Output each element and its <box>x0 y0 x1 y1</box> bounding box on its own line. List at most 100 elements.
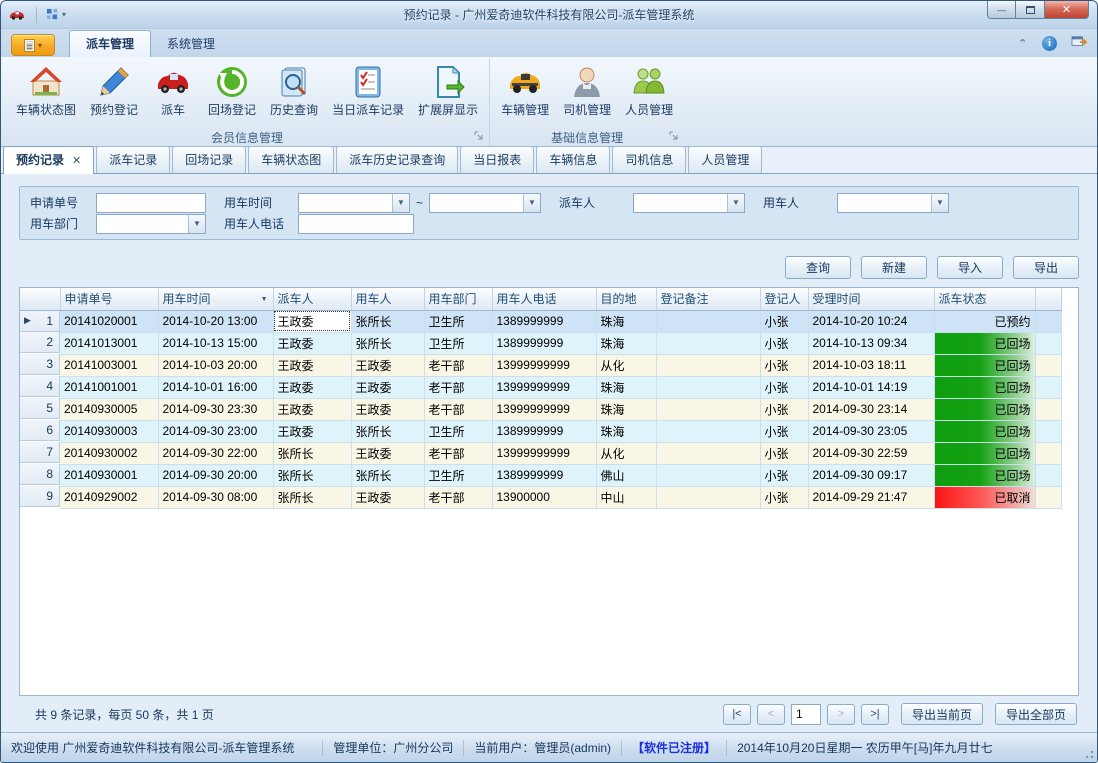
cell-dispatcher[interactable]: 王政委 <box>273 310 351 332</box>
doc-tab-daily-report[interactable]: 当日报表 <box>460 146 534 173</box>
cell-dispatcher[interactable]: 王政委 <box>273 398 351 420</box>
cell-registrar[interactable]: 小张 <box>760 332 808 354</box>
cell-destination[interactable]: 珠海 <box>596 398 656 420</box>
order-no-input[interactable] <box>96 193 206 213</box>
cell-car-user[interactable]: 张所长 <box>351 464 424 486</box>
table-row[interactable]: 3201410030012014-10-03 20:00王政委王政委老干部139… <box>20 354 1061 376</box>
cell-phone[interactable]: 13999999999 <box>492 398 596 420</box>
cell-car-user[interactable]: 张所长 <box>351 310 424 332</box>
query-button[interactable]: 查询 <box>785 256 851 279</box>
cell-dispatcher[interactable]: 张所长 <box>273 464 351 486</box>
cell-dept[interactable]: 老干部 <box>424 376 492 398</box>
cell-remark[interactable] <box>656 354 760 376</box>
row-indicator[interactable]: 2 <box>20 332 60 353</box>
cell-order-no[interactable]: 20141020001 <box>60 310 158 332</box>
table-row[interactable]: 2201410130012014-10-13 15:00王政委张所长卫生所138… <box>20 332 1061 354</box>
use-time-from-combo[interactable]: ▼ <box>298 193 410 213</box>
import-button[interactable]: 导入 <box>937 256 1003 279</box>
cell-remark[interactable] <box>656 310 760 332</box>
doc-tab-personnel[interactable]: 人员管理 <box>688 146 762 173</box>
row-indicator[interactable]: ▶1 <box>20 311 60 332</box>
cell-order-no[interactable]: 20141003001 <box>60 354 158 376</box>
doc-tab-dispatch-records[interactable]: 派车记录 <box>96 146 170 173</box>
col-header-dispatcher[interactable]: 派车人 <box>273 288 351 310</box>
table-row[interactable]: 4201410010012014-10-01 16:00王政委王政委老干部139… <box>20 376 1061 398</box>
cell-remark[interactable] <box>656 420 760 442</box>
vehicle-status-map-button[interactable]: 车辆状态图 <box>9 61 83 120</box>
switch-windows-icon[interactable] <box>1071 35 1087 52</box>
cell-dept[interactable]: 卫生所 <box>424 332 492 354</box>
cell-accept-time[interactable]: 2014-10-01 14:19 <box>808 376 934 398</box>
cell-status[interactable]: 已回场 <box>934 442 1035 464</box>
cell-phone[interactable]: 1389999999 <box>492 420 596 442</box>
row-indicator[interactable]: 5 <box>20 398 60 419</box>
license-status-link[interactable]: 【软件已注册】 <box>632 739 716 756</box>
ribbon-tab-dispatch[interactable]: 派车管理 <box>69 30 151 57</box>
sort-filter-icon[interactable]: ▼ <box>261 296 268 303</box>
maximize-button[interactable] <box>1016 1 1045 19</box>
cell-dept[interactable]: 老干部 <box>424 486 492 508</box>
new-button[interactable]: 新建 <box>861 256 927 279</box>
cell-destination[interactable]: 从化 <box>596 442 656 464</box>
cell-car-user[interactable]: 王政委 <box>351 398 424 420</box>
cell-use-time[interactable]: 2014-09-30 20:00 <box>158 464 273 486</box>
row-indicator[interactable]: 8 <box>20 464 60 485</box>
prev-page-button[interactable]: < <box>757 704 785 725</box>
close-tab-icon[interactable]: ✕ <box>72 155 81 167</box>
cell-phone[interactable]: 13999999999 <box>492 376 596 398</box>
reservation-register-button[interactable]: 预约登记 <box>83 61 145 120</box>
quick-access-toolbar-button[interactable]: ▾ <box>42 6 70 23</box>
cell-car-user[interactable]: 王政委 <box>351 354 424 376</box>
return-register-button[interactable]: 回场登记 <box>201 61 263 120</box>
last-page-button[interactable]: >| <box>861 704 889 725</box>
col-header-status[interactable]: 派车状态 <box>934 288 1035 310</box>
cell-car-user[interactable]: 张所长 <box>351 332 424 354</box>
cell-status[interactable]: 已预约 <box>934 310 1035 332</box>
cell-registrar[interactable]: 小张 <box>760 486 808 508</box>
cell-destination[interactable]: 佛山 <box>596 464 656 486</box>
cell-dispatcher[interactable]: 王政委 <box>273 376 351 398</box>
cell-registrar[interactable]: 小张 <box>760 442 808 464</box>
cell-use-time[interactable]: 2014-09-30 08:00 <box>158 486 273 508</box>
ribbon-tab-system[interactable]: 系统管理 <box>151 31 231 57</box>
cell-order-no[interactable]: 20141013001 <box>60 332 158 354</box>
cell-car-user[interactable]: 王政委 <box>351 376 424 398</box>
col-header-use-time[interactable]: 用车时间▼ <box>158 288 273 310</box>
cell-use-time[interactable]: 2014-09-30 22:00 <box>158 442 273 464</box>
cell-remark[interactable] <box>656 398 760 420</box>
col-header-destination[interactable]: 目的地 <box>596 288 656 310</box>
cell-order-no[interactable]: 20140930001 <box>60 464 158 486</box>
cell-accept-time[interactable]: 2014-09-30 22:59 <box>808 442 934 464</box>
cell-order-no[interactable]: 20140930002 <box>60 442 158 464</box>
cell-destination[interactable]: 中山 <box>596 486 656 508</box>
export-all-pages-button[interactable]: 导出全部页 <box>995 703 1077 725</box>
cell-destination[interactable]: 从化 <box>596 354 656 376</box>
cell-phone[interactable]: 1389999999 <box>492 310 596 332</box>
history-query-button[interactable]: 历史查询 <box>263 61 325 120</box>
cell-phone[interactable]: 1389999999 <box>492 464 596 486</box>
application-menu-button[interactable]: ▾ <box>11 34 55 56</box>
chevron-down-icon[interactable]: ▼ <box>188 215 205 233</box>
cell-destination[interactable]: 珠海 <box>596 332 656 354</box>
cell-destination[interactable]: 珠海 <box>596 376 656 398</box>
cell-status[interactable]: 已回场 <box>934 354 1035 376</box>
cell-dispatcher[interactable]: 张所长 <box>273 486 351 508</box>
cell-status[interactable]: 已回场 <box>934 376 1035 398</box>
cell-phone[interactable]: 13900000 <box>492 486 596 508</box>
cell-order-no[interactable]: 20141001001 <box>60 376 158 398</box>
cell-order-no[interactable]: 20140929002 <box>60 486 158 508</box>
cell-status[interactable]: 已回场 <box>934 420 1035 442</box>
next-page-button[interactable]: > <box>827 704 855 725</box>
cell-registrar[interactable]: 小张 <box>760 398 808 420</box>
row-indicator[interactable]: 6 <box>20 420 60 441</box>
cell-car-user[interactable]: 张所长 <box>351 420 424 442</box>
col-header-registrar[interactable]: 登记人 <box>760 288 808 310</box>
cell-destination[interactable]: 珠海 <box>596 420 656 442</box>
row-indicator[interactable]: 4 <box>20 376 60 397</box>
cell-registrar[interactable]: 小张 <box>760 354 808 376</box>
col-header-indicator[interactable] <box>20 288 60 310</box>
col-header-order-no[interactable]: 申请单号 <box>60 288 158 310</box>
cell-use-time[interactable]: 2014-10-13 15:00 <box>158 332 273 354</box>
cell-accept-time[interactable]: 2014-10-03 18:11 <box>808 354 934 376</box>
car-user-combo[interactable]: ▼ <box>837 193 949 213</box>
